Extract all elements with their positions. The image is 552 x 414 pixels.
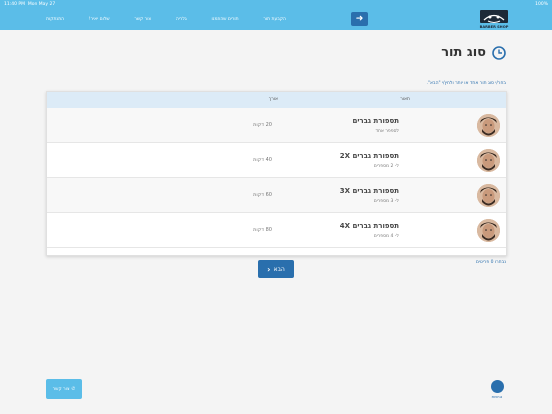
service-subtitle: ל- 4 מספרים bbox=[373, 234, 399, 239]
column-header-description: תאור bbox=[400, 97, 410, 102]
nav-item-my-appointments[interactable]: תורים שהוזמנו bbox=[211, 17, 238, 22]
service-duration: 20 דקות bbox=[253, 122, 272, 128]
selected-count: נבחרו 0 פריטים bbox=[475, 260, 506, 265]
service-subtitle: לספפר אחד bbox=[375, 129, 399, 134]
status-time-date: 11:40 PM Mon May 27 bbox=[4, 1, 56, 7]
service-duration: 80 דקות bbox=[253, 227, 272, 233]
service-row[interactable]: תספורת גברים לספפר אחד 20 דקות bbox=[47, 108, 506, 143]
chevron-left-icon: ‹ bbox=[267, 264, 271, 274]
nav-item-logout[interactable]: התנתקות bbox=[46, 17, 64, 22]
instruction-text: בחר/י סוג תור אחד או יותר ולחץ/י "הבא". bbox=[426, 81, 506, 86]
nav-item-greeting[interactable]: שלום יאיר! bbox=[89, 17, 110, 22]
login-arrow-button[interactable]: ➜ bbox=[351, 12, 368, 26]
clock-icon bbox=[492, 45, 506, 60]
barber-avatar bbox=[477, 149, 500, 172]
barber-avatar bbox=[477, 219, 500, 242]
contact-label: צור קשר bbox=[52, 386, 70, 392]
service-row[interactable]: תספורת גברים 4X ל- 4 מספרים 80 דקות bbox=[47, 213, 506, 248]
barber-shop-logo[interactable]: BARBER SHOP bbox=[478, 9, 510, 29]
service-name: תספורת גברים 2X bbox=[339, 152, 399, 160]
battery-indicator: 100% bbox=[535, 1, 548, 7]
nav-item-contact[interactable]: צור קשר bbox=[134, 17, 151, 22]
column-header-length: אורך bbox=[268, 97, 278, 102]
nav-item-gallery[interactable]: גלריה bbox=[176, 17, 187, 22]
table-header: תאור אורך bbox=[47, 92, 506, 108]
service-subtitle: ל- 3 מספרים bbox=[373, 199, 399, 204]
services-table: תאור אורך תספורת גברים לספפר אחד 20 דקות תס… bbox=[46, 91, 507, 256]
page-header: סוג תור bbox=[441, 45, 506, 60]
service-subtitle: ל- 2 מספרים bbox=[373, 164, 399, 169]
contact-button[interactable]: ✆ צור קשר bbox=[46, 379, 82, 399]
status-bar: 11:40 PM Mon May 27 100% bbox=[0, 0, 552, 8]
page-title: סוג תור bbox=[441, 45, 486, 60]
next-label: הבא bbox=[273, 265, 285, 273]
service-name: תספורת גברים 4X bbox=[339, 222, 399, 230]
service-row[interactable]: תספורת גברים 2X ל- 2 מספרים 40 דקות bbox=[47, 143, 506, 178]
service-duration: 40 דקות bbox=[253, 157, 272, 163]
service-duration: 60 דקות bbox=[253, 192, 272, 198]
service-name: תספורת גברים bbox=[352, 117, 399, 125]
nav-item-book[interactable]: הקבעת תור bbox=[263, 17, 286, 22]
barber-avatar bbox=[477, 184, 500, 207]
phone-icon: ✆ bbox=[71, 386, 76, 392]
service-name: תספורת גברים 3X bbox=[339, 187, 399, 195]
next-button[interactable]: הבא ‹ bbox=[258, 260, 294, 278]
svg-text:BARBER SHOP: BARBER SHOP bbox=[480, 25, 509, 29]
barber-avatar bbox=[477, 114, 500, 137]
service-row[interactable]: תספורת גברים 3X ל- 3 מספרים 60 דקות bbox=[47, 178, 506, 213]
accessibility-label: נגישות bbox=[491, 394, 503, 399]
accessibility-icon bbox=[490, 380, 504, 393]
top-navbar: הקבעת תור תורים שהוזמנו גלריה צור קשר של… bbox=[0, 8, 552, 30]
accessibility-button[interactable]: נגישות bbox=[486, 380, 508, 399]
